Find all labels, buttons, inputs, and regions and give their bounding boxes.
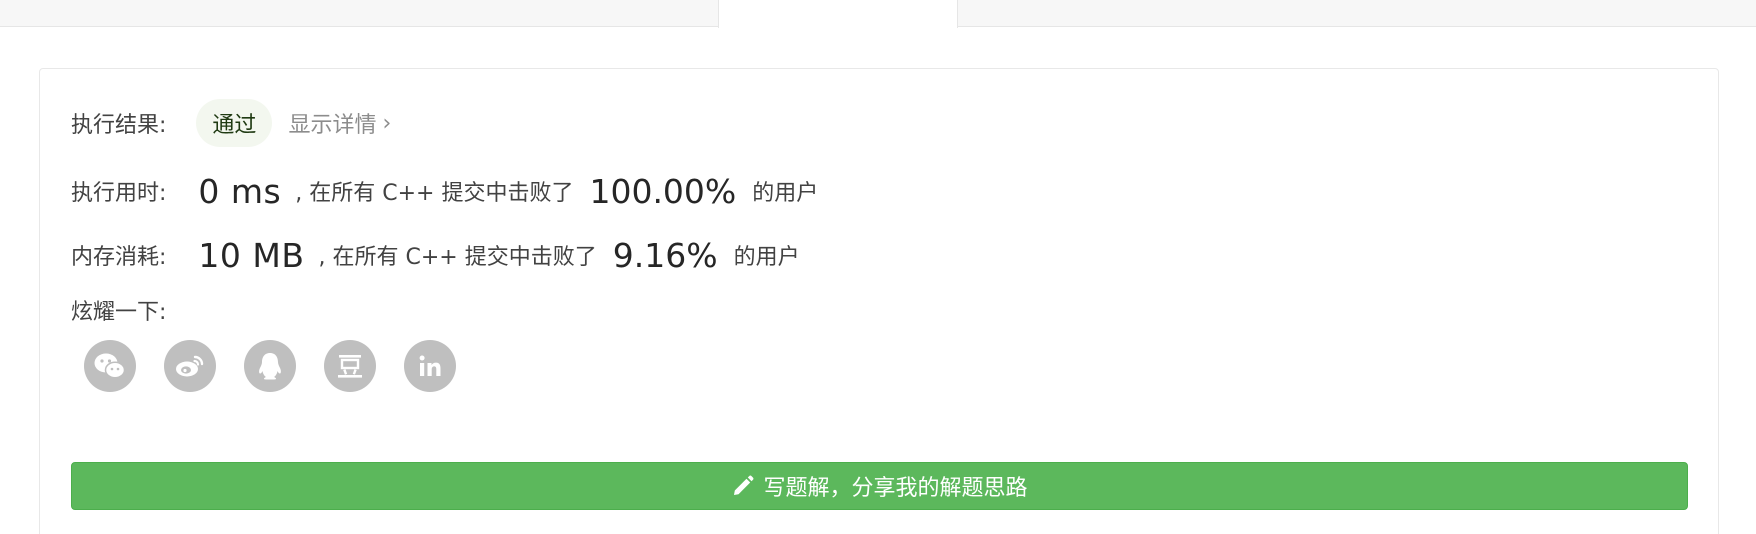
runtime-tail-text: 的用户	[752, 181, 819, 206]
tab-bar	[0, 0, 1756, 28]
share-label: 炫耀一下:	[71, 300, 167, 325]
share-buttons	[84, 340, 484, 392]
linkedin-icon[interactable]	[404, 340, 456, 392]
show-details-link[interactable]: 显示详情 ›	[288, 107, 391, 139]
wechat-icon[interactable]	[84, 340, 136, 392]
show-details-label: 显示详情	[288, 113, 377, 138]
result-row: 执行结果: 通过 显示详情 ›	[71, 99, 391, 147]
runtime-row: 执行用时: 0 ms , 在所有 C++ 提交中击败了 100.00% 的用户	[71, 169, 818, 213]
write-solution-label: 写题解，分享我的解题思路	[763, 476, 1028, 501]
tab-description[interactable]	[0, 0, 718, 27]
result-label: 执行结果:	[71, 113, 167, 138]
douban-icon[interactable]	[324, 340, 376, 392]
tab-strip-remainder	[958, 0, 1756, 27]
memory-percent: 9.16%	[612, 235, 718, 275]
share-row: 炫耀一下:	[71, 295, 166, 325]
submission-result-card: 执行结果: 通过 显示详情 › 执行用时: 0 ms , 在所有 C++ 提交中…	[39, 68, 1719, 534]
runtime-percent: 100.00%	[589, 171, 737, 211]
pencil-icon	[731, 474, 755, 498]
runtime-label: 执行用时:	[71, 181, 167, 206]
chevron-right-icon: ›	[382, 110, 392, 136]
memory-middle-text: , 在所有 C++ 提交中击败了	[318, 245, 597, 270]
tab-submission-active[interactable]	[718, 0, 958, 28]
write-solution-button[interactable]: 写题解，分享我的解题思路	[71, 462, 1688, 510]
runtime-middle-text: , 在所有 C++ 提交中击败了	[295, 181, 574, 206]
status-badge: 通过	[196, 99, 273, 147]
qq-icon[interactable]	[244, 340, 296, 392]
memory-row: 内存消耗: 10 MB , 在所有 C++ 提交中击败了 9.16% 的用户	[71, 233, 800, 277]
memory-tail-text: 的用户	[733, 245, 800, 270]
weibo-icon[interactable]	[164, 340, 216, 392]
runtime-value: 0 ms	[198, 171, 282, 211]
memory-value: 10 MB	[198, 235, 305, 275]
memory-label: 内存消耗:	[71, 245, 167, 270]
